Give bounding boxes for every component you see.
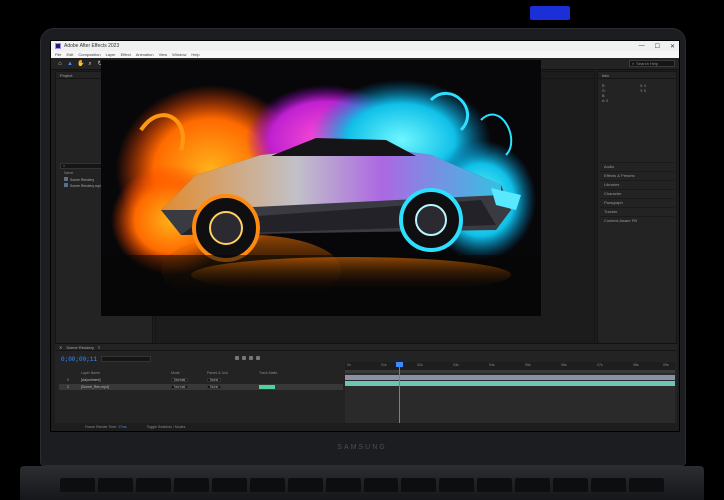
timeline-search-input[interactable] xyxy=(101,356,151,362)
laptop-screen: Adobe After Effects 2023 — ☐ ✕ File Edit… xyxy=(50,40,680,432)
info-tab[interactable]: Info xyxy=(598,72,676,79)
project-item-label: Scene Rendery xyxy=(70,178,95,182)
timeline-tab[interactable]: Scene Rendery xyxy=(66,345,94,350)
menu-window[interactable]: Window xyxy=(172,52,186,57)
layer-name[interactable]: [Scene_Ren.mp4] xyxy=(81,385,109,389)
menu-animation[interactable]: Animation xyxy=(136,52,154,57)
layer-label-color[interactable] xyxy=(259,385,275,389)
shy-icon[interactable] xyxy=(235,356,239,360)
menu-effect[interactable]: Effect xyxy=(121,52,131,57)
minimize-button[interactable]: — xyxy=(639,43,645,50)
project-item-name: Scene Rendery xyxy=(64,177,94,182)
column-name[interactable]: Name xyxy=(64,171,73,176)
layer-row[interactable]: 2 [Scene_Ren.mp4] Normal None xyxy=(59,384,343,390)
footage-icon xyxy=(64,183,68,187)
menu-file[interactable]: File xyxy=(55,52,61,57)
composition-viewer[interactable] xyxy=(101,60,541,316)
column-mode[interactable]: Mode xyxy=(171,371,180,375)
menu-help[interactable]: Help xyxy=(191,52,199,57)
search-help-placeholder: Search Help xyxy=(636,61,659,66)
layer-mode[interactable]: Normal xyxy=(171,385,189,389)
current-timecode[interactable]: 0;00;00;11 xyxy=(61,356,97,363)
ruler-label: 03s xyxy=(453,363,459,367)
time-ruler[interactable]: 0s 01s 02s 03s 04s 05s 06s 07s 08s 09s xyxy=(345,362,675,370)
selection-icon[interactable]: ▲ xyxy=(67,61,73,67)
search-help-input[interactable]: ⌕ Search Help xyxy=(629,60,675,67)
column-layer-name[interactable]: Layer Name xyxy=(81,371,100,375)
column-parent[interactable]: Parent & Link xyxy=(207,371,228,375)
menu-layer[interactable]: Layer xyxy=(106,52,116,57)
home-icon[interactable]: ⌂ xyxy=(57,61,63,67)
timeline-panel: ✕ Scene Rendery ≡ 0;00;00;11 Layer Name … xyxy=(55,343,677,431)
project-item-name: Scene Rendery.mp4 xyxy=(64,183,102,188)
composition-icon xyxy=(64,177,68,181)
maximize-button[interactable]: ☐ xyxy=(655,43,660,50)
info-readout: R: G: B: A: 0 xyxy=(602,84,608,104)
column-track-matte[interactable]: Track Matte xyxy=(259,371,277,375)
panel-tracker[interactable]: Tracker xyxy=(600,207,674,215)
ruler-label: 04s xyxy=(489,363,495,367)
after-effects-icon xyxy=(55,43,61,49)
menu-view[interactable]: View xyxy=(159,52,168,57)
close-icon[interactable]: ✕ xyxy=(59,345,62,350)
motion-blur-icon[interactable] xyxy=(249,356,253,360)
ruler-label: 02s xyxy=(417,363,423,367)
render-time-label: Frame Render Time: xyxy=(85,425,118,429)
panel-libraries[interactable]: Libraries xyxy=(600,180,674,188)
ruler-label: 09s xyxy=(663,363,669,367)
info-panel: Info R: G: B: A: 0 X: 0 Y: 0 Audio Effec… xyxy=(597,71,677,371)
zoom-icon[interactable]: ⌕ xyxy=(87,61,93,67)
laptop-brand-logo: SAMSUNG xyxy=(337,444,387,451)
keyboard-row xyxy=(60,478,664,500)
sports-car-artwork xyxy=(101,60,541,316)
timeline-switches xyxy=(235,356,260,360)
layer-number: 1 xyxy=(67,378,69,382)
layer-parent[interactable]: None xyxy=(207,385,222,389)
layer-bar-adjustment[interactable] xyxy=(345,375,675,380)
ruler-label: 06s xyxy=(561,363,567,367)
ruler-label: 05s xyxy=(525,363,531,367)
toggle-modes-button[interactable]: Toggle Switches / Modes xyxy=(147,425,186,429)
layer-number: 2 xyxy=(67,385,69,389)
menu-bar: File Edit Composition Layer Effect Anima… xyxy=(51,51,679,58)
panel-paragraph[interactable]: Paragraph xyxy=(600,198,674,206)
hand-icon[interactable]: ✋ xyxy=(77,61,84,67)
window-titlebar: Adobe After Effects 2023 — ☐ ✕ xyxy=(51,41,679,51)
layer-parent[interactable]: None xyxy=(207,378,222,382)
panel-character[interactable]: Character xyxy=(600,189,674,197)
timeline-tabbar: ✕ Scene Rendery ≡ xyxy=(55,344,677,351)
layer-mode[interactable]: Normal xyxy=(171,378,189,382)
graph-editor-icon[interactable] xyxy=(256,356,260,360)
work-area-bar[interactable] xyxy=(345,370,675,373)
panel-content-aware-fill[interactable]: Content-Aware Fill xyxy=(600,216,674,224)
info-xy: X: 0 Y: 0 xyxy=(640,84,646,94)
info-a: A: 0 xyxy=(602,99,609,103)
menu-icon[interactable]: ≡ xyxy=(98,345,100,350)
close-button[interactable]: ✕ xyxy=(670,43,675,50)
search-icon: ⌕ xyxy=(632,61,635,66)
window-title: Adobe After Effects 2023 xyxy=(64,43,120,49)
project-item-label: Scene Rendery.mp4 xyxy=(70,184,102,188)
playhead[interactable] xyxy=(399,362,400,430)
render-time: Frame Render Time: 17ms xyxy=(85,425,127,429)
info-y: Y: 0 xyxy=(640,89,647,93)
menu-composition[interactable]: Composition xyxy=(78,52,100,57)
timeline-track-area[interactable]: 0s 01s 02s 03s 04s 05s 06s 07s 08s 09s xyxy=(345,362,675,430)
background-light xyxy=(530,6,570,20)
window-controls: — ☐ ✕ xyxy=(639,43,679,50)
ruler-label: 01s xyxy=(381,363,387,367)
panel-audio[interactable]: Audio xyxy=(600,162,674,170)
ruler-label: 08s xyxy=(633,363,639,367)
status-bar: Frame Render Time: 17ms Toggle Switches … xyxy=(55,423,677,431)
layer-bar-footage[interactable] xyxy=(345,381,675,386)
layer-row[interactable]: 1 [Adjustment] Normal None xyxy=(59,377,343,383)
render-time-value: 17ms xyxy=(118,425,127,429)
ruler-label: 07s xyxy=(597,363,603,367)
ruler-label: 0s xyxy=(347,363,351,367)
layer-columns: Layer Name Parent & Link Mode Track Matt… xyxy=(59,371,343,376)
panel-effects-presets[interactable]: Effects & Presets xyxy=(600,171,674,179)
frame-blend-icon[interactable] xyxy=(242,356,246,360)
layer-name[interactable]: [Adjustment] xyxy=(81,378,100,382)
menu-edit[interactable]: Edit xyxy=(66,52,73,57)
